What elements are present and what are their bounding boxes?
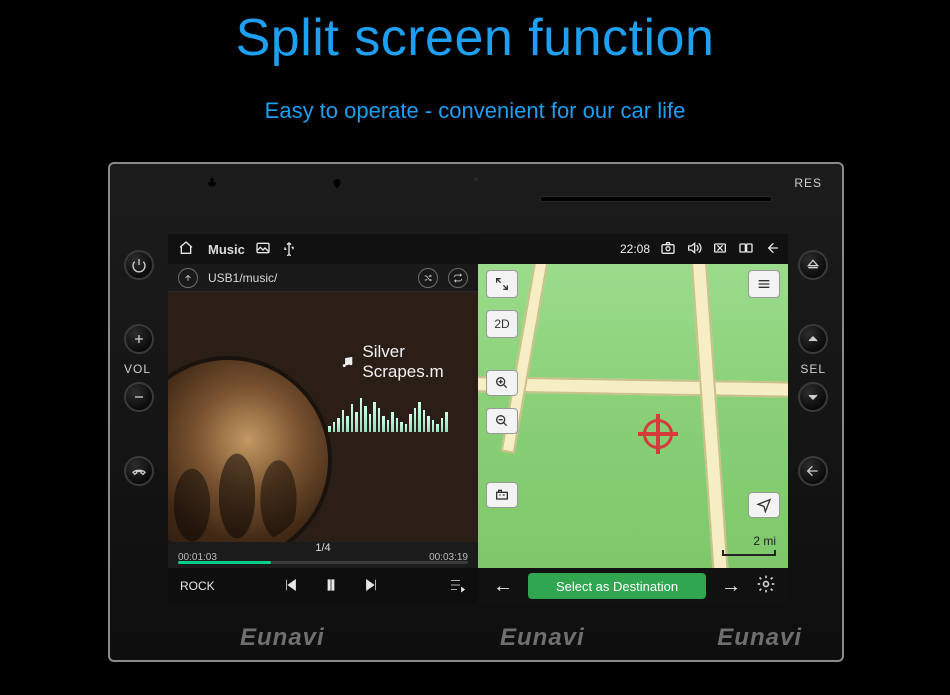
track-title-row: Silver Scrapes.m bbox=[340, 342, 478, 382]
zoom-out-button[interactable] bbox=[486, 408, 518, 434]
music-main: Silver Scrapes.m bbox=[168, 292, 478, 542]
playlist-button[interactable] bbox=[448, 576, 466, 597]
seek-bar[interactable]: 00:01:03 1/4 00:03:19 bbox=[168, 542, 478, 568]
brand-watermark: Eunavi bbox=[240, 624, 325, 652]
clock: 22:08 bbox=[620, 242, 650, 256]
status-bar: 22:08 bbox=[478, 234, 788, 264]
settings-icon[interactable] bbox=[756, 574, 780, 598]
up-folder-button[interactable] bbox=[178, 268, 198, 288]
home-icon[interactable] bbox=[178, 240, 194, 259]
nav-right-button[interactable]: → bbox=[714, 575, 748, 598]
menu-button[interactable] bbox=[748, 270, 780, 298]
album-art bbox=[168, 360, 328, 542]
nav-app: 22:08 2D bbox=[478, 234, 788, 604]
power-button[interactable] bbox=[124, 250, 154, 280]
shuffle-button[interactable] bbox=[418, 268, 438, 288]
track-title: Silver Scrapes.m bbox=[362, 342, 478, 382]
music-app-label: Music bbox=[208, 242, 245, 257]
mic-icon bbox=[205, 176, 219, 190]
pin-icon bbox=[330, 176, 344, 190]
headunit-bezel: RES VOL SEL Eunavi Eunavi Eunavi Musi bbox=[108, 162, 844, 662]
music-app: Music USB1/music/ Silver Scrapes.m bbox=[168, 234, 478, 604]
repeat-button[interactable] bbox=[448, 268, 468, 288]
map-target bbox=[643, 419, 673, 449]
map-left-controls: 2D bbox=[486, 270, 518, 508]
bezel-led bbox=[474, 177, 478, 181]
image-icon bbox=[255, 240, 271, 259]
map-canvas[interactable]: 2D 2 mi bbox=[478, 264, 788, 568]
select-destination-button[interactable]: Select as Destination bbox=[528, 573, 706, 599]
brand-watermark: Eunavi bbox=[717, 624, 802, 652]
hang-up-button[interactable] bbox=[124, 456, 154, 486]
pause-button[interactable] bbox=[322, 576, 340, 597]
vol-label: VOL bbox=[124, 362, 151, 376]
brand-watermark: Eunavi bbox=[500, 624, 585, 652]
locate-button[interactable] bbox=[748, 492, 780, 518]
equalizer bbox=[328, 392, 448, 432]
nav-left-button[interactable]: ← bbox=[486, 575, 520, 598]
track-counter: 1/4 bbox=[168, 542, 478, 554]
zoom-in-button[interactable] bbox=[486, 370, 518, 396]
promo-subtitle: Easy to operate - convenient for our car… bbox=[0, 98, 950, 124]
sel-up-button[interactable] bbox=[798, 324, 828, 354]
map-scale: 2 mi bbox=[722, 534, 776, 556]
disc-slot bbox=[540, 196, 772, 202]
music-breadcrumb: USB1/music/ bbox=[208, 271, 408, 285]
poi-button[interactable] bbox=[486, 482, 518, 508]
view-2d-button[interactable]: 2D bbox=[486, 310, 518, 338]
prev-button[interactable] bbox=[282, 576, 300, 597]
sel-down-button[interactable] bbox=[798, 382, 828, 412]
android-back-icon[interactable] bbox=[764, 240, 780, 259]
back-button[interactable] bbox=[798, 456, 828, 486]
vol-down-button[interactable] bbox=[124, 382, 154, 412]
screen: Music USB1/music/ Silver Scrapes.m bbox=[168, 234, 788, 604]
vol-up-button[interactable] bbox=[124, 324, 154, 354]
camera-icon[interactable] bbox=[660, 240, 676, 259]
music-pathbar: USB1/music/ bbox=[168, 264, 478, 292]
usb-icon bbox=[281, 240, 297, 259]
map-right-controls bbox=[748, 270, 780, 518]
eq-preset-label[interactable]: ROCK bbox=[180, 579, 215, 593]
split-icon[interactable] bbox=[738, 240, 754, 259]
next-button[interactable] bbox=[362, 576, 380, 597]
volume-icon[interactable] bbox=[686, 240, 702, 259]
sel-label: SEL bbox=[800, 362, 826, 376]
promo-title: Split screen function bbox=[0, 8, 950, 68]
eject-button[interactable] bbox=[798, 250, 828, 280]
expand-map-button[interactable] bbox=[486, 270, 518, 298]
music-controls: ROCK bbox=[168, 568, 478, 604]
music-topbar: Music bbox=[168, 234, 478, 264]
res-label: RES bbox=[794, 176, 822, 190]
close-split-icon[interactable] bbox=[712, 240, 728, 259]
nav-bottom-bar: ← Select as Destination → bbox=[478, 568, 788, 604]
